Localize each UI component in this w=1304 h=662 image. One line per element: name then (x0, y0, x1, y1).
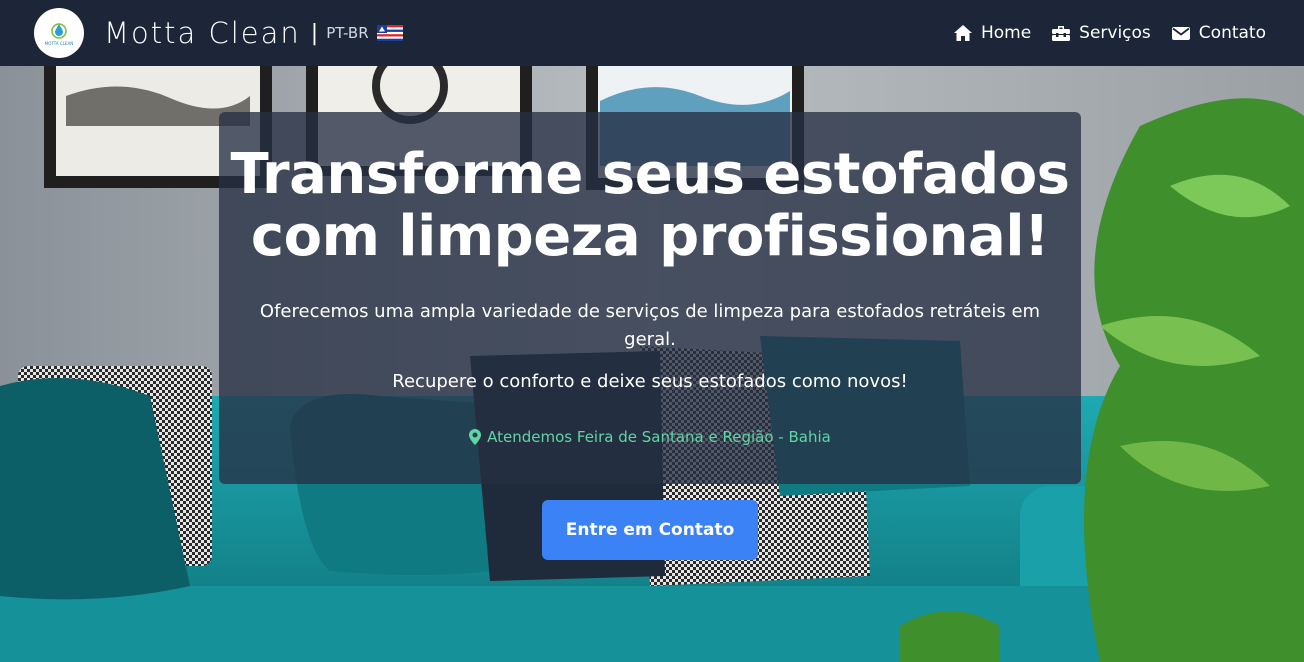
location-line: Atendemos Feira de Santana e Região - Ba… (219, 428, 1081, 446)
nav-link-servicos[interactable]: Serviços (1051, 23, 1151, 43)
logo[interactable]: MOTTA CLEAN (34, 8, 84, 58)
nav-links: Home Serviços Contato (953, 23, 1266, 43)
water-drop-icon (51, 22, 67, 39)
language-label: PT-BR (326, 24, 369, 42)
nav-link-home[interactable]: Home (953, 23, 1031, 43)
hero-subtitle: Oferecemos uma ampla variedade de serviç… (259, 301, 1041, 350)
envelope-icon (1171, 27, 1190, 40)
nav-link-label: Home (980, 23, 1032, 43)
hero-section: Transforme seus estofados com limpeza pr… (0, 66, 1304, 662)
toolbox-icon (1052, 26, 1071, 41)
brand-name[interactable]: Motta Clean (104, 16, 301, 50)
home-icon (953, 25, 972, 41)
hero-title-line1: Transforme seus estofados (230, 142, 1070, 207)
navbar: MOTTA CLEAN Motta Clean | PT-BR Home Ser… (0, 0, 1304, 66)
nav-link-label: Contato (1198, 23, 1266, 43)
hero-title-line2: com limpeza profissional! (250, 204, 1050, 269)
map-marker-icon (469, 429, 482, 445)
nav-link-contato[interactable]: Contato (1171, 23, 1266, 43)
contact-cta-button[interactable]: Entre em Contato (542, 500, 758, 560)
location-text: Atendemos Feira de Santana e Região - Ba… (487, 428, 831, 446)
hero-subtitle-2: Recupere o conforto e deixe seus estofad… (392, 371, 908, 392)
bahia-flag-icon (376, 25, 403, 41)
nav-brand-group: MOTTA CLEAN Motta Clean | PT-BR (34, 8, 403, 58)
logo-text: MOTTA CLEAN (44, 40, 74, 46)
hero-title: Transforme seus estofados com limpeza pr… (219, 144, 1081, 268)
brand-separator: | (310, 20, 319, 46)
nav-link-label: Serviços (1079, 23, 1151, 43)
